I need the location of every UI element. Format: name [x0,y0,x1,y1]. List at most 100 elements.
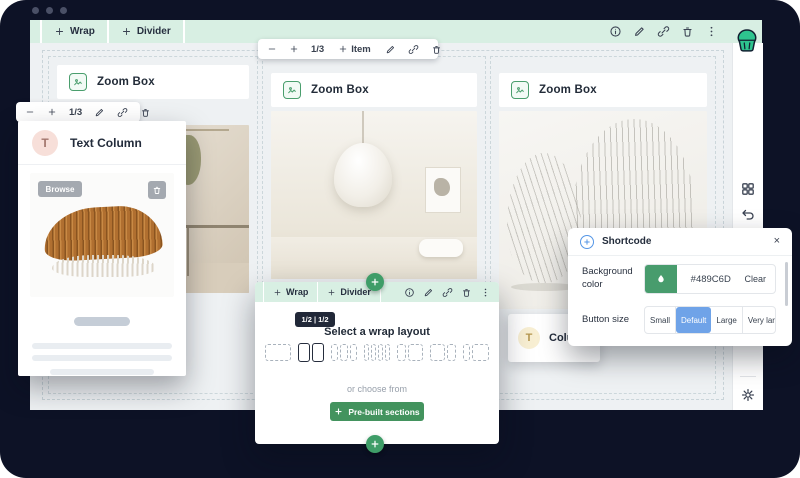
layout-option-33-66[interactable] [397,344,423,361]
pencil-icon [94,107,105,118]
edit-button[interactable] [89,102,110,122]
layout-option-33-33-33[interactable] [331,344,357,361]
shortcode-add-icon [580,235,594,249]
delete-button[interactable] [426,39,447,59]
text-element-icon: T [518,327,540,349]
popup-scrollbar[interactable] [785,262,788,306]
image-decoration [187,228,189,276]
add-element-above-button[interactable] [366,273,384,291]
pencil-icon [385,44,396,55]
add-divider-label: Divider [340,287,371,297]
close-icon[interactable]: × [774,236,780,247]
clear-color-button[interactable]: Clear [744,274,775,284]
trash-icon [431,44,442,55]
link-button[interactable] [112,102,133,122]
grow-column-button[interactable] [42,102,62,122]
plus-icon [273,288,282,297]
trash-icon[interactable] [681,25,694,38]
button-size-label: Button size [582,314,629,327]
layout-option-25-25-25-25[interactable] [364,344,390,361]
image-decoration [334,143,392,207]
color-swatch[interactable] [645,265,677,293]
text-column-header[interactable]: T Text Column [18,121,186,165]
trash-icon[interactable] [461,287,472,298]
right-rail [732,43,763,410]
text-column-panel: T Text Column Browse [18,121,186,376]
add-wrap-label: Wrap [70,26,95,37]
size-option-small[interactable]: Small [645,307,676,333]
rail-divider [740,376,756,377]
layout-option-66-33[interactable] [430,344,456,361]
browse-button[interactable]: Browse [38,181,82,197]
brizy-logo-icon[interactable] [732,26,762,56]
layout-option-pane [397,344,406,361]
shrink-column-button[interactable] [20,102,40,122]
image-element-icon [283,81,301,99]
pencil-icon[interactable] [633,25,646,38]
wrap-popup-toolbar-icons [404,282,491,302]
button-size-group: SmallDefaultLargeVery large [644,306,776,334]
delete-button[interactable] [135,102,156,122]
wrap-layout-options [255,344,499,362]
link-icon[interactable] [657,25,670,38]
layout-option-pane [408,344,423,361]
trash-icon [152,185,162,195]
link-icon[interactable] [442,287,453,298]
info-icon[interactable] [404,287,415,298]
layout-tooltip: 1/2 | 1/2 [295,312,335,327]
size-option-very-large[interactable]: Very large [743,307,776,333]
shrink-column-button[interactable] [262,39,282,59]
layout-option-pane [378,344,383,361]
plus-icon [338,44,348,54]
wrap-layout-popup: Wrap Divider 1/2 | 1/2 Select a wrap lay… [255,282,499,444]
prebuilt-sections-label: Pre-built sections [348,407,419,417]
text-element-icon: T [32,130,58,156]
image-element-icon [69,73,87,91]
add-element-below-button[interactable] [366,435,384,453]
undo-icon[interactable] [740,206,756,222]
size-option-default[interactable]: Default [676,307,711,333]
plus-icon [327,288,336,297]
remove-image-button[interactable] [148,181,166,199]
plus-icon [289,44,299,54]
size-option-large[interactable]: Large [711,307,742,333]
add-wrap-button[interactable]: Wrap [263,282,318,302]
edit-button[interactable] [380,39,401,59]
layout-option-100[interactable] [265,344,291,361]
prebuilt-sections-button[interactable]: Pre-built sections [330,402,424,421]
layout-option-pane [371,344,376,361]
zoom-box-header[interactable]: Zoom Box [57,65,249,99]
more-vertical-icon[interactable] [480,287,491,298]
panel-image[interactable]: Browse [30,173,174,297]
link-button[interactable] [403,39,424,59]
layout-option-50-50[interactable] [298,343,324,362]
more-vertical-icon[interactable] [705,25,718,38]
wrap-popup-title: Select a wrap layout [255,326,499,338]
column-fraction: 1/3 [64,102,87,122]
settings-gear-icon[interactable] [740,387,756,403]
plus-icon [370,277,380,287]
image-decoration [52,255,156,277]
pencil-icon[interactable] [423,287,434,298]
placeholder-line [32,355,172,361]
background-color-control: #489C6D Clear [644,264,776,294]
zoom-box-header[interactable]: Zoom Box [271,73,477,107]
info-icon[interactable] [609,25,622,38]
add-item-button[interactable]: Item [333,39,376,59]
blocks-icon[interactable] [740,181,756,197]
layout-option-pane [331,344,338,361]
plus-icon [334,407,343,416]
color-hex-value[interactable]: #489C6D [677,274,744,285]
add-divider-button[interactable]: Divider [109,20,185,43]
add-item-label: Item [351,44,371,55]
layout-option-pane [350,344,357,361]
layout-option-pane [340,344,347,361]
grow-column-button[interactable] [284,39,304,59]
plus-icon [47,107,57,117]
column2-image[interactable] [271,111,477,279]
zoom-box-header[interactable]: Zoom Box [499,73,707,107]
add-wrap-button[interactable]: Wrap [40,20,109,43]
window-dot [60,7,67,14]
image-element-icon [511,81,529,99]
layout-option-25-75[interactable] [463,344,489,361]
